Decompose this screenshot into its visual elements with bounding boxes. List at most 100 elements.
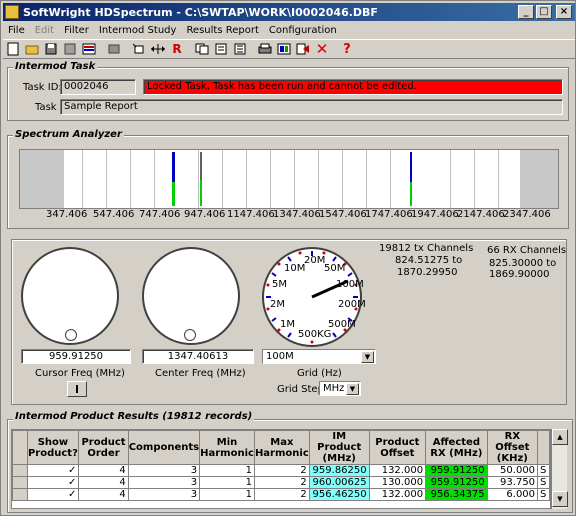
cell-rx-offset: 6.000 [486, 488, 539, 501]
results-scrollbar[interactable]: ▲ ▼ [551, 429, 568, 509]
export-icon[interactable] [294, 40, 312, 58]
show-product-checkbox[interactable]: ✓ [26, 476, 80, 489]
center-freq-label: Center Freq (MHz) [155, 368, 246, 379]
cell-min-harmonic: 1 [199, 476, 255, 489]
cursor-dial-knob[interactable] [65, 329, 77, 341]
col-max-harmonic[interactable]: Max Harmonic [253, 430, 310, 465]
minimize-button[interactable]: _ [518, 5, 534, 19]
close-button[interactable]: × [556, 5, 572, 19]
cell-product-order: 4 [78, 476, 129, 489]
copy-icon[interactable] [193, 40, 211, 58]
cell-rx-offset: 50.000 [486, 464, 539, 477]
title-bar: SoftWright HDSpectrum - C:\SWTAP\WORK\I0… [3, 3, 575, 21]
cell-affected-rx: 959.91250 [425, 476, 488, 489]
cell-max-harmonic: 2 [253, 488, 310, 501]
show-product-checkbox[interactable]: ✓ [26, 488, 80, 501]
report-icon[interactable] [212, 40, 230, 58]
task-name-field[interactable]: Sample Report [60, 99, 563, 115]
width-icon[interactable] [149, 40, 167, 58]
col-affected-rx[interactable]: Affected RX (MHz) [425, 430, 488, 465]
cell-im-product: 956.46250 [308, 488, 370, 501]
locked-message: Locked Task, Task has been run and canno… [143, 79, 563, 95]
row-selector[interactable] [12, 488, 28, 501]
spectrum-plot[interactable] [19, 149, 559, 209]
spectrum-tick: 747.406 [139, 209, 181, 220]
tx-range-low: 824.51275 to [395, 255, 463, 266]
print-preview-icon[interactable] [61, 40, 79, 58]
spectrum-tick: 2147.406 [457, 209, 505, 220]
col-im-product[interactable]: IM Product (MHz) [308, 430, 370, 465]
scroll-up-icon[interactable]: ▲ [552, 429, 568, 445]
printer-icon[interactable] [256, 40, 274, 58]
col-min-harmonic[interactable]: Min Harmonic [199, 430, 255, 465]
grid-step-label: Grid Step [277, 384, 324, 395]
col-product-offset[interactable]: Product Offset [368, 430, 427, 465]
menu-file[interactable]: File [3, 25, 30, 36]
row-selector[interactable] [12, 476, 28, 489]
table-row[interactable]: ✓ 4 3 1 2 959.86250 132.000 959.91250 50… [12, 464, 550, 477]
col-components[interactable]: Components [127, 430, 201, 465]
app-icon [5, 5, 19, 19]
r-icon[interactable]: R [168, 40, 186, 58]
task-id-field[interactable]: 0002046 [60, 79, 136, 95]
cursor-freq-field[interactable]: 959.91250 [21, 349, 131, 364]
cell-extra: S [537, 476, 550, 489]
menu-configuration[interactable]: Configuration [264, 25, 342, 36]
chart-icon[interactable] [80, 40, 98, 58]
menu-results-report[interactable]: Results Report [181, 25, 263, 36]
open-icon[interactable] [23, 40, 41, 58]
save-icon[interactable] [42, 40, 60, 58]
cursor-freq-dial[interactable] [21, 247, 119, 345]
new-icon[interactable] [4, 40, 22, 58]
app-window: SoftWright HDSpectrum - C:\SWTAP\WORK\I0… [0, 0, 576, 516]
spectrum-tick: 947.406 [184, 209, 226, 220]
cursor-step-button[interactable] [67, 381, 87, 397]
spectrum-tick: 1147.406 [227, 209, 275, 220]
grid-step-value: MHz [323, 383, 345, 394]
cell-affected-rx: 959.91250 [425, 464, 488, 477]
grid-dial[interactable]: 20M 10M 50M 5M 100M 2M 200M 1M 500M 500K… [262, 247, 366, 347]
grid-step-select[interactable]: MHz ▼ [319, 381, 361, 396]
chevron-down-icon[interactable]: ▼ [361, 351, 374, 363]
row-selector[interactable] [12, 464, 28, 477]
menu-filter[interactable]: Filter [59, 25, 94, 36]
grid-select[interactable]: 100M ▼ [262, 349, 376, 364]
spectrum-tick: 1547.406 [319, 209, 367, 220]
results-table[interactable]: Show Product? Product Order Components M… [11, 429, 551, 509]
table-header-row: Show Product? Product Order Components M… [12, 430, 550, 465]
cell-max-harmonic: 2 [253, 464, 310, 477]
delete-icon[interactable]: ✕ [313, 40, 331, 58]
col-extra[interactable] [537, 430, 550, 465]
filter-icon[interactable] [275, 40, 293, 58]
dial-label-500k: 500KG [298, 329, 332, 340]
cursor-freq-label: Cursor Freq (MHz) [35, 368, 125, 379]
table-row[interactable]: ✓ 4 3 1 2 956.46250 132.000 956.34375 6.… [12, 488, 550, 501]
rx-marker-2 [200, 180, 202, 206]
table-row[interactable]: ✓ 4 3 1 2 960.00625 130.000 959.91250 93… [12, 476, 550, 489]
spectrum-tick: 1747.406 [365, 209, 413, 220]
cell-affected-rx: 956.34375 [425, 488, 488, 501]
help-icon[interactable]: ? [338, 40, 356, 58]
spectrum-analyzer-title: Spectrum Analyzer [13, 129, 124, 140]
settings-icon[interactable] [105, 40, 123, 58]
center-freq-field[interactable]: 1347.40613 [142, 349, 254, 364]
col-product-order[interactable]: Product Order [78, 430, 129, 465]
cell-min-harmonic: 1 [199, 464, 255, 477]
col-rx-offset[interactable]: RX Offset (KHz) [486, 430, 539, 465]
show-product-checkbox[interactable]: ✓ [26, 464, 80, 477]
menu-intermod-study[interactable]: Intermod Study [94, 25, 182, 36]
center-freq-dial[interactable] [142, 247, 240, 345]
zoom-icon[interactable] [130, 40, 148, 58]
scroll-down-icon[interactable]: ▼ [552, 491, 568, 507]
menu-bar: File Edit Filter Intermod Study Results … [3, 21, 575, 39]
menu-edit[interactable]: Edit [30, 25, 59, 36]
list-icon[interactable] [231, 40, 249, 58]
chevron-down-icon[interactable]: ▼ [346, 383, 359, 395]
tx-range-high: 1870.29950 [397, 267, 458, 278]
col-show-product[interactable]: Show Product? [26, 430, 80, 465]
cell-min-harmonic: 1 [199, 488, 255, 501]
maximize-button[interactable]: □ [536, 5, 552, 19]
results-title: Intermod Product Results (19812 records) [13, 411, 255, 422]
center-dial-knob[interactable] [184, 329, 196, 341]
cell-rx-offset: 93.750 [486, 476, 539, 489]
